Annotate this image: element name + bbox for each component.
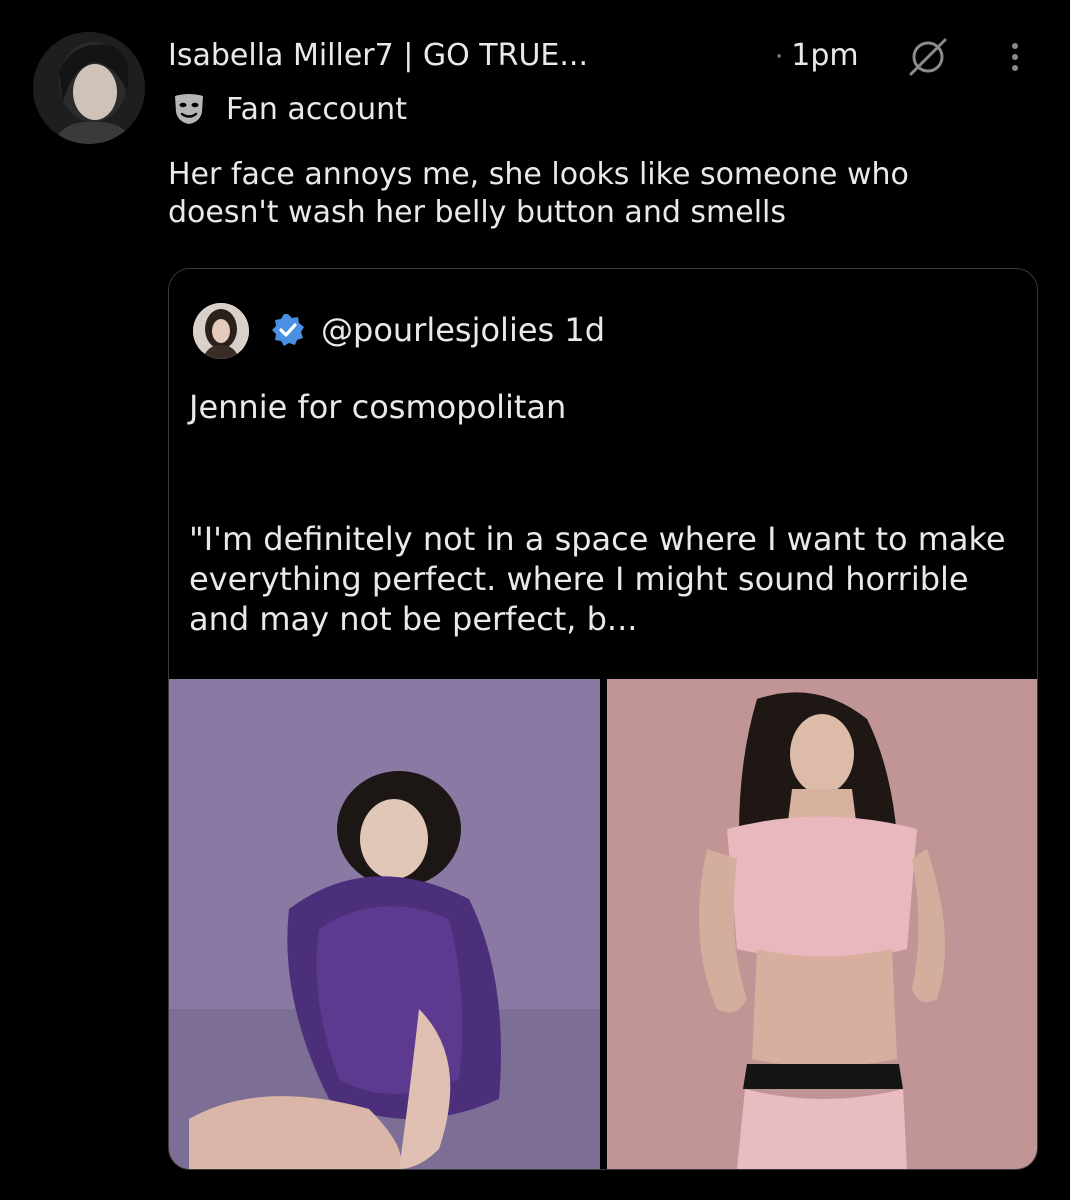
author-avatar[interactable] xyxy=(33,32,145,144)
quoted-author-avatar[interactable] xyxy=(193,303,249,359)
account-label-row: Fan account xyxy=(172,88,407,130)
quoted-text-line1: Jennie for cosmopolitan xyxy=(189,388,567,426)
quoted-text-line2: "I'm definitely not in a space where I w… xyxy=(189,520,1006,638)
verified-badge-icon xyxy=(271,313,305,347)
globe-strike-icon[interactable] xyxy=(903,36,953,78)
post-text: Her face annoys me, she looks like someo… xyxy=(168,157,909,230)
quoted-media-right[interactable] xyxy=(607,679,1037,1169)
more-vertical-icon[interactable] xyxy=(1003,38,1027,78)
post: Isabella Miller7 | GO TRUE... · 1pm Fan a… xyxy=(0,0,1070,1200)
quoted-post-card[interactable]: @pourlesjolies 1d Jennie for cosmopolita… xyxy=(168,268,1038,1170)
post-time: · 1pm xyxy=(775,34,859,79)
time-separator: · xyxy=(775,42,784,72)
quoted-media-left[interactable] xyxy=(169,679,600,1169)
account-label: Fan account xyxy=(226,91,407,127)
theater-mask-icon xyxy=(172,92,206,126)
post-time-label: 1pm xyxy=(791,38,859,73)
quoted-handle-and-time[interactable]: @pourlesjolies 1d xyxy=(321,309,605,351)
author-name[interactable]: Isabella Miller7 | GO TRUE... xyxy=(168,34,588,78)
